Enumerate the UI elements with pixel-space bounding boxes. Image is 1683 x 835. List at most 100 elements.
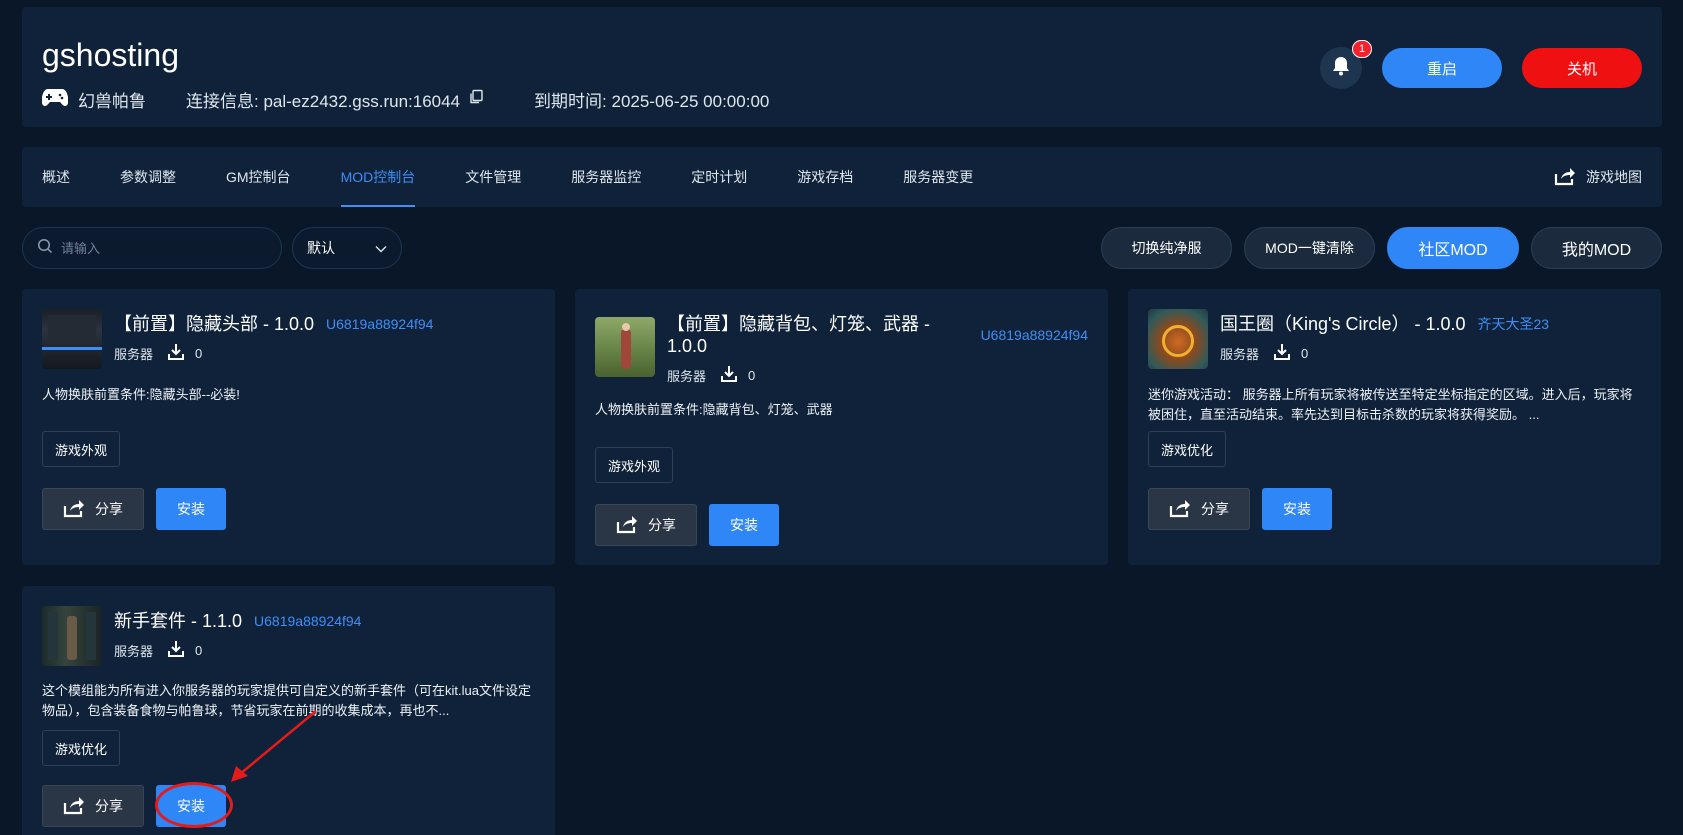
- game-name: 幻兽帕鲁: [78, 92, 146, 111]
- mod-card-header: 【前置】隐藏背包、灯笼、武器 - 1.0.0 U6819a88924f94 服务…: [667, 313, 1088, 386]
- mod-type: 服务器: [667, 369, 707, 384]
- share-icon: [1554, 166, 1576, 189]
- mod-author-link[interactable]: U6819a88924f94: [254, 610, 361, 632]
- mod-type: 服务器: [114, 347, 154, 362]
- shutdown-button[interactable]: 关机: [1522, 48, 1642, 88]
- gamepad-icon: [41, 87, 69, 112]
- notification-badge: 1: [1352, 40, 1372, 58]
- expiry-info: 到期时间: 2025-06-25 00:00:00: [534, 92, 770, 111]
- download-icon: [167, 343, 185, 364]
- mod-card: 【前置】隐藏头部 - 1.0.0 U6819a88924f94 服务器 0 人物…: [22, 289, 555, 565]
- mod-tag: 游戏外观: [42, 431, 121, 467]
- mod-card-header: 新手套件 - 1.1.0 U6819a88924f94 服务器 0: [114, 610, 535, 661]
- mod-name: 新手套件 - 1.1.0: [114, 611, 243, 631]
- share-icon: [63, 795, 85, 818]
- download-count: 0: [720, 365, 755, 386]
- tab-parameters[interactable]: 参数调整: [120, 147, 176, 207]
- main-nav: 概述 参数调整 GM控制台 MOD控制台 文件管理 服务器监控 定时计划 游戏存…: [22, 147, 1662, 207]
- mod-thumbnail: [42, 606, 102, 666]
- mod-thumbnail: [42, 309, 102, 369]
- game-map-link[interactable]: 游戏地图: [1554, 147, 1642, 207]
- tab-game-saves[interactable]: 游戏存档: [797, 147, 853, 207]
- share-button[interactable]: 分享: [42, 785, 144, 827]
- download-count: 0: [1273, 343, 1308, 364]
- share-icon: [1169, 498, 1191, 521]
- tab-file-manager[interactable]: 文件管理: [465, 147, 521, 207]
- switch-vanilla-button[interactable]: 切换纯净服: [1101, 227, 1232, 269]
- share-button[interactable]: 分享: [1148, 488, 1250, 530]
- download-icon: [167, 640, 185, 661]
- copy-icon[interactable]: [468, 89, 484, 110]
- chevron-down-icon: [375, 240, 387, 256]
- notification-button[interactable]: 1: [1320, 40, 1372, 89]
- community-mod-button[interactable]: 社区MOD: [1387, 227, 1519, 269]
- connection-info: 连接信息: pal-ez2432.gss.run:16044: [186, 87, 484, 112]
- mod-thumbnail: [1148, 309, 1208, 369]
- sort-value: 默认: [307, 240, 335, 256]
- game-map-label: 游戏地图: [1586, 169, 1642, 185]
- header-actions: 1 重启 关机: [1320, 40, 1642, 89]
- mod-card-header: 【前置】隐藏头部 - 1.0.0 U6819a88924f94 服务器 0: [114, 313, 535, 364]
- mod-card-header: 国王圈（King's Circle） - 1.0.0 齐天大圣23 服务器 0: [1220, 313, 1641, 364]
- search-icon: [37, 238, 53, 259]
- mod-description: 这个模组能为所有进入你服务器的玩家提供可自定义的新手套件（可在kit.lua文件…: [42, 683, 531, 718]
- mod-name: 【前置】隐藏头部 - 1.0.0: [114, 314, 315, 334]
- share-label: 分享: [95, 798, 123, 814]
- mod-author-link[interactable]: 齐天大圣23: [1478, 313, 1550, 335]
- tab-mod-console[interactable]: MOD控制台: [340, 147, 415, 207]
- share-label: 分享: [95, 501, 123, 517]
- mod-name: 国王圈（King's Circle） - 1.0.0: [1220, 314, 1466, 334]
- install-button[interactable]: 安装: [1262, 488, 1332, 530]
- mod-description: 人物换肤前置条件:隐藏头部--必装!: [42, 387, 240, 402]
- download-icon: [720, 365, 738, 386]
- tab-overview[interactable]: 概述: [42, 147, 70, 207]
- mod-description: 人物换肤前置条件:隐藏背包、灯笼、武器: [595, 402, 833, 417]
- mod-tag: 游戏优化: [1148, 431, 1227, 467]
- download-count: 0: [167, 640, 202, 661]
- share-button[interactable]: 分享: [42, 488, 144, 530]
- mod-thumbnail: [595, 317, 655, 377]
- download-icon: [1273, 343, 1291, 364]
- game-info: 幻兽帕鲁: [41, 87, 146, 112]
- download-count-value: 0: [195, 643, 203, 658]
- restart-button[interactable]: 重启: [1382, 48, 1502, 88]
- share-label: 分享: [1201, 501, 1229, 517]
- my-mod-button[interactable]: 我的MOD: [1531, 227, 1662, 269]
- mod-name: 【前置】隐藏背包、灯笼、武器 - 1.0.0: [667, 314, 930, 356]
- mod-tag: 游戏外观: [595, 447, 674, 483]
- share-button[interactable]: 分享: [595, 504, 697, 546]
- download-count-value: 0: [748, 368, 756, 383]
- install-button[interactable]: 安装: [709, 504, 779, 546]
- bell-icon: [1332, 56, 1350, 81]
- share-icon: [616, 514, 638, 537]
- toolbar-actions: 切换纯净服 MOD一键清除 社区MOD 我的MOD: [1101, 227, 1662, 269]
- share-icon: [63, 498, 85, 521]
- mod-card: 【前置】隐藏背包、灯笼、武器 - 1.0.0 U6819a88924f94 服务…: [575, 289, 1108, 565]
- share-label: 分享: [648, 517, 676, 533]
- search-box: [22, 227, 282, 269]
- mod-card: 国王圈（King's Circle） - 1.0.0 齐天大圣23 服务器 0 …: [1128, 289, 1661, 565]
- mod-tag: 游戏优化: [42, 730, 121, 766]
- mod-card: 新手套件 - 1.1.0 U6819a88924f94 服务器 0 这个模组能为…: [22, 586, 555, 835]
- tab-schedule[interactable]: 定时计划: [691, 147, 747, 207]
- tab-gm-console[interactable]: GM控制台: [226, 147, 291, 207]
- mod-type: 服务器: [1220, 347, 1260, 362]
- server-meta: 幻兽帕鲁 连接信息: pal-ez2432.gss.run:16044 到期时间…: [41, 87, 770, 112]
- connection-text: 连接信息: pal-ez2432.gss.run:16044: [186, 92, 461, 111]
- server-header: gshosting 幻兽帕鲁 连接信息: pal-ez2432.gss.run:…: [22, 7, 1662, 127]
- sort-select[interactable]: 默认: [292, 227, 402, 269]
- search-input[interactable]: [61, 240, 261, 256]
- install-button[interactable]: 安装: [156, 488, 226, 530]
- mod-type: 服务器: [114, 644, 154, 659]
- tab-server-change[interactable]: 服务器变更: [903, 147, 973, 207]
- download-count: 0: [167, 343, 202, 364]
- mod-description: 迷你游戏活动： 服务器上所有玩家将被传送至特定坐标指定的区域。进入后，玩家将被困…: [1148, 387, 1633, 422]
- mod-author-link[interactable]: U6819a88924f94: [326, 313, 433, 335]
- server-title: gshosting: [42, 37, 179, 73]
- clear-mods-button[interactable]: MOD一键清除: [1244, 227, 1375, 269]
- download-count-value: 0: [1301, 346, 1309, 361]
- install-button[interactable]: 安装: [156, 785, 226, 827]
- mod-author-link[interactable]: U6819a88924f94: [981, 324, 1088, 346]
- tab-server-monitor[interactable]: 服务器监控: [571, 147, 641, 207]
- download-count-value: 0: [195, 346, 203, 361]
